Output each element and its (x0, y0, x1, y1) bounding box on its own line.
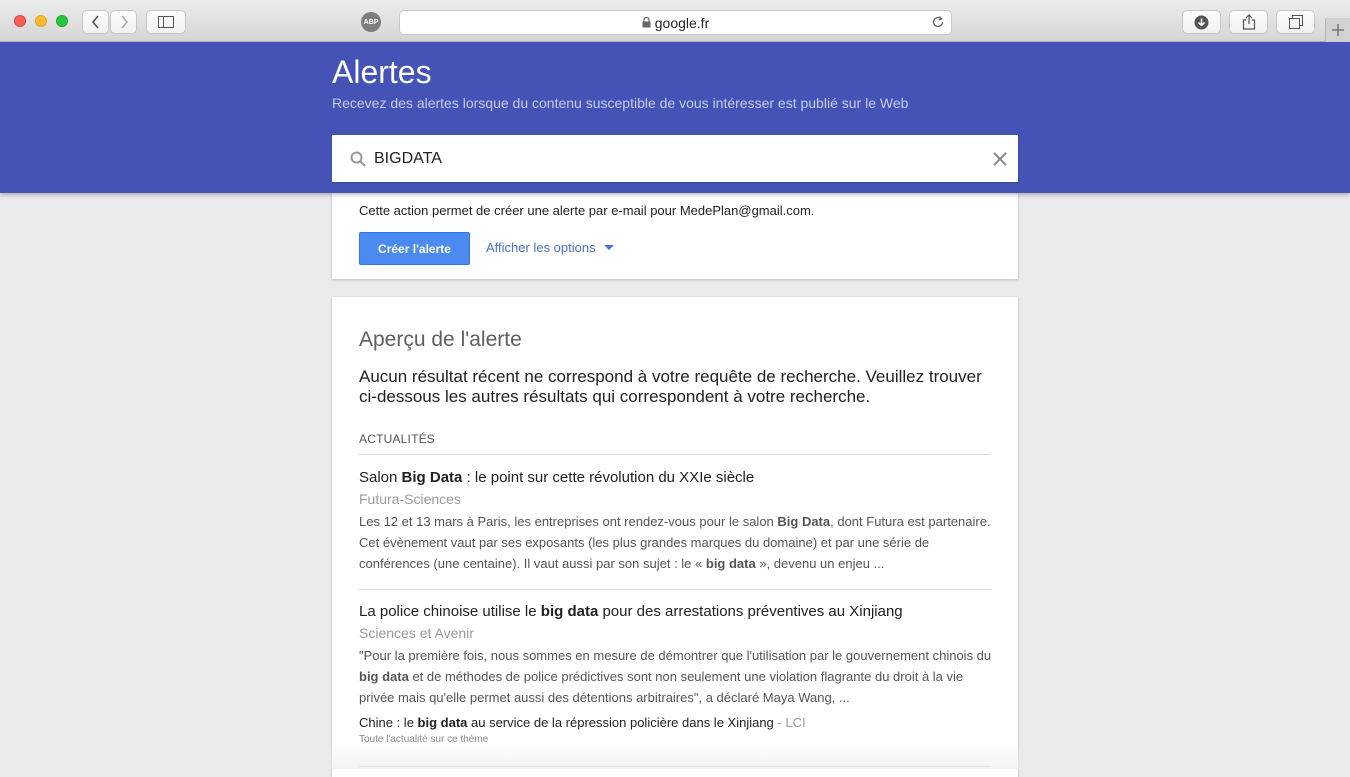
page-subtitle: Recevez des alertes lorsque du contenu s… (332, 95, 909, 111)
create-alert-card: Cette action permet de créer une alerte … (332, 193, 1018, 279)
forward-button[interactable] (110, 10, 137, 34)
search-input[interactable] (374, 149, 992, 168)
news-source: Futura-Sciences (359, 491, 461, 507)
snippet-text: Les 12 et 13 mars à Paris, les entrepris… (359, 514, 778, 529)
related-text: Chine : le (359, 715, 418, 730)
news-headline-link[interactable]: Salon Big Data : le point sur cette révo… (359, 469, 999, 486)
chevron-left-icon (91, 15, 99, 29)
news-snippet: Les 12 et 13 mars à Paris, les entrepris… (359, 511, 999, 574)
caret-down-icon (603, 245, 614, 250)
headline-keyword: Big Data (401, 469, 463, 486)
back-button[interactable] (82, 10, 109, 34)
news-item: Salon Big Data : le point sur cette révo… (359, 469, 999, 574)
headline-text: Salon (359, 469, 402, 486)
headline-text: La police chinoise utilise le (359, 603, 541, 620)
more-news-link[interactable]: Toute l'actualité sur ce thème (359, 734, 999, 745)
show-options-link[interactable]: Afficher les options (486, 240, 614, 255)
related-keyword: big data (417, 715, 468, 730)
divider (359, 454, 991, 455)
snippet-text: et de méthodes de police prédictives son… (359, 669, 964, 705)
related-text: au service de la répression policière da… (467, 715, 774, 730)
no-result-message: Aucun résultat récent ne correspond à vo… (359, 367, 982, 406)
close-icon[interactable] (992, 151, 1008, 167)
divider (359, 589, 991, 590)
snippet-keyword: big data (705, 556, 756, 571)
url-text: google.fr (654, 14, 710, 31)
section-heading: ACTUALITÉS (359, 432, 436, 446)
reload-icon[interactable] (931, 15, 945, 29)
share-icon (1242, 14, 1255, 30)
snippet-keyword: big data (359, 669, 409, 684)
share-button[interactable] (1229, 10, 1268, 34)
search-icon (350, 151, 366, 167)
headline-text: pour des arrestations préventives au Xin… (598, 603, 903, 620)
headline-keyword: big data (540, 603, 599, 620)
zoom-window-button[interactable] (56, 15, 68, 27)
close-window-button[interactable] (14, 15, 26, 27)
browser-toolbar: ABP google.fr (0, 0, 1350, 42)
snippet-text: », devenu un enjeu ... (755, 556, 885, 571)
new-tab-button[interactable] (1325, 18, 1350, 42)
create-alert-button[interactable]: Créer l'alerte (359, 232, 470, 265)
page-title: Alertes (332, 54, 432, 90)
news-source: Sciences et Avenir (359, 625, 474, 641)
sidebar-toggle-button[interactable] (146, 10, 186, 34)
chevron-right-icon (120, 15, 128, 29)
alert-info-text: Cette action permet de créer une alerte … (359, 203, 815, 218)
news-headline-link[interactable]: La police chinoise utilise le big data p… (359, 603, 999, 620)
snippet-text: "Pour la première fois, nous sommes en m… (359, 648, 992, 663)
headline-text: : le point sur cette révolution du XXIe … (462, 469, 755, 486)
snippet-keyword: Big Data (777, 514, 831, 529)
news-snippet: "Pour la première fois, nous sommes en m… (359, 645, 999, 708)
minimize-window-button[interactable] (35, 15, 47, 27)
related-article-link[interactable]: Chine : le big data au service de la rép… (359, 715, 999, 730)
news-item: La police chinoise utilise le big data p… (359, 603, 999, 745)
divider (359, 766, 991, 767)
tabs-overview-button[interactable] (1276, 10, 1315, 34)
adblock-icon[interactable]: ABP (361, 12, 381, 32)
related-source: - LCI (773, 715, 806, 730)
address-bar[interactable]: google.fr (399, 10, 952, 35)
lock-icon (642, 17, 651, 28)
alert-preview-card: Aperçu de l'alerte Aucun résultat récent… (332, 297, 1018, 777)
plus-icon (1332, 24, 1344, 36)
sidebar-icon (158, 16, 174, 28)
download-icon (1194, 15, 1209, 29)
alerts-header: Alertes Recevez des alertes lorsque du c… (0, 42, 1350, 193)
show-options-label: Afficher les options (486, 240, 596, 255)
preview-title: Aperçu de l'alerte (359, 328, 522, 351)
tabs-icon (1288, 15, 1303, 29)
search-box (332, 135, 1018, 182)
downloads-button[interactable] (1182, 10, 1221, 34)
